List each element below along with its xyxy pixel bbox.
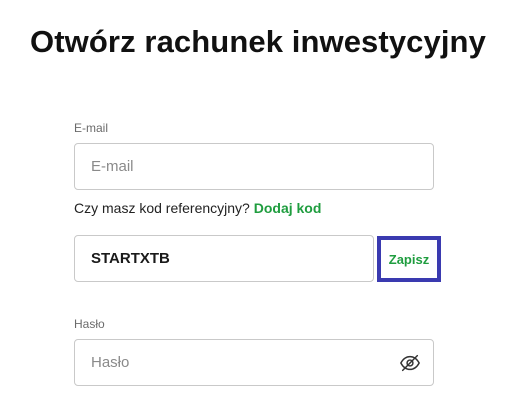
email-field[interactable]: E-mail bbox=[74, 143, 434, 190]
referral-code-value: STARTXTB bbox=[91, 250, 170, 267]
password-field[interactable]: Hasło bbox=[74, 339, 434, 386]
eye-slash-icon[interactable] bbox=[399, 352, 421, 374]
password-label: Hasło bbox=[74, 317, 105, 331]
save-code-button[interactable]: Zapisz bbox=[377, 236, 441, 282]
password-placeholder: Hasło bbox=[91, 354, 130, 371]
page-title: Otwórz rachunek inwestycyjny bbox=[30, 24, 486, 59]
referral-code-field[interactable]: STARTXTB bbox=[74, 235, 374, 282]
referral-prompt: Czy masz kod referencyjny? Dodaj kod bbox=[74, 200, 321, 216]
add-code-link[interactable]: Dodaj kod bbox=[254, 200, 322, 216]
email-label: E-mail bbox=[74, 121, 109, 135]
referral-question: Czy masz kod referencyjny? bbox=[74, 200, 250, 216]
email-placeholder: E-mail bbox=[91, 158, 134, 175]
